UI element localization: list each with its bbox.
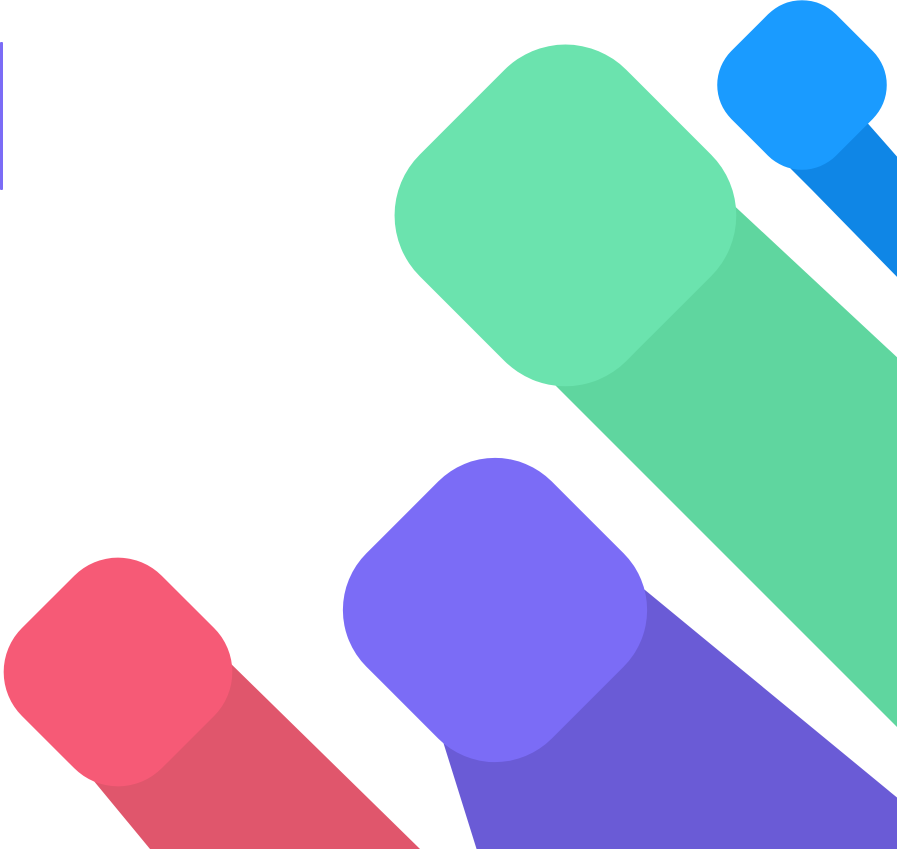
artwork-svg [0,0,897,849]
abstract-artwork [0,0,897,849]
left-edge-strip [0,42,3,190]
